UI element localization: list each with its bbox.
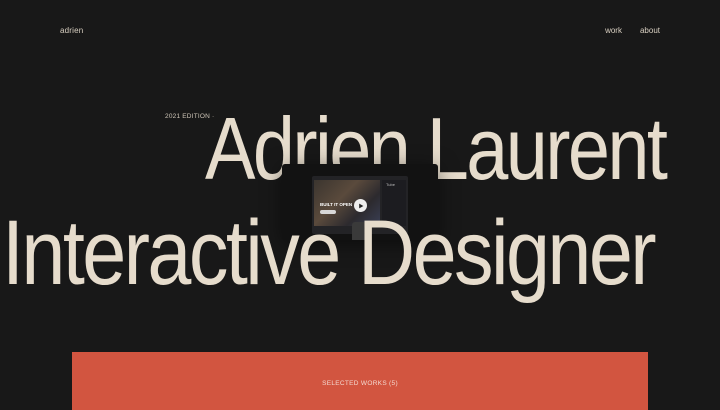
- nav-link-about[interactable]: about: [640, 26, 660, 35]
- selected-works-label: SELECTED WORKS (5): [322, 380, 398, 387]
- hero-title-role: Interactive Designer: [2, 202, 657, 304]
- video-side-label: Tube: [386, 182, 395, 187]
- site-logo[interactable]: adrien: [60, 26, 83, 35]
- selected-works-panel[interactable]: SELECTED WORKS (5): [72, 352, 648, 410]
- main-nav: work about: [605, 26, 660, 35]
- nav-link-work[interactable]: work: [605, 26, 622, 35]
